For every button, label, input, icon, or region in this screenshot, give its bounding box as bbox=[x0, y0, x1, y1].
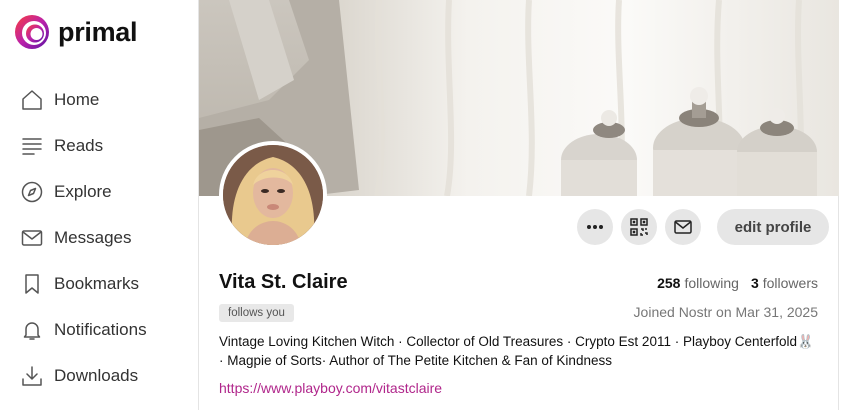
followers-count[interactable]: 3 bbox=[751, 275, 759, 291]
reads-icon bbox=[22, 138, 42, 155]
bookmark-icon bbox=[25, 274, 39, 294]
sidebar-item-downloads[interactable]: Downloads bbox=[20, 361, 138, 391]
stats-spacer bbox=[743, 275, 747, 291]
profile-bio: Vintage Loving Kitchen Witch · Collector… bbox=[219, 334, 814, 368]
primal-logo[interactable]: primal bbox=[14, 14, 138, 50]
follow-stats: 258 following 3 followers bbox=[657, 275, 818, 291]
bell-icon bbox=[23, 322, 41, 340]
edit-profile-button[interactable]: edit profile bbox=[717, 209, 829, 245]
message-button[interactable] bbox=[665, 209, 701, 245]
followers-label[interactable]: followers bbox=[763, 275, 818, 291]
profile-panel: edit profile Vita St. Claire 258 followi… bbox=[198, 0, 839, 410]
joined-date: Joined Nostr on Mar 31, 2025 bbox=[633, 304, 818, 320]
sidebar-item-explore[interactable]: Explore bbox=[20, 177, 112, 207]
follows-you-badge: follows you bbox=[219, 304, 294, 322]
sidebar: primal Home Reads Explore Messages Bookm… bbox=[0, 0, 198, 410]
sidebar-item-reads[interactable]: Reads bbox=[20, 131, 103, 161]
sidebar-item-label: Explore bbox=[54, 182, 112, 201]
following-count[interactable]: 258 bbox=[657, 275, 680, 291]
qr-code-icon bbox=[630, 218, 648, 236]
envelope-icon bbox=[21, 230, 43, 246]
sidebar-item-label: Reads bbox=[54, 136, 104, 155]
sidebar-item-label: Home bbox=[54, 90, 100, 109]
sidebar-item-home[interactable]: Home bbox=[20, 85, 99, 115]
sidebar-item-messages[interactable]: Messages bbox=[20, 223, 131, 253]
download-icon bbox=[22, 366, 42, 386]
sidebar-item-label: Notifications bbox=[54, 320, 147, 339]
qr-code-button[interactable] bbox=[621, 209, 657, 245]
following-label[interactable]: following bbox=[684, 275, 738, 291]
envelope-icon bbox=[674, 220, 692, 234]
logo-text: primal bbox=[58, 16, 138, 47]
home-icon bbox=[22, 90, 42, 110]
sidebar-item-bookmarks[interactable]: Bookmarks bbox=[20, 269, 139, 299]
primal-logo-icon bbox=[15, 15, 49, 49]
sidebar-item-label: Bookmarks bbox=[54, 274, 140, 293]
sidebar-item-label: Downloads bbox=[54, 366, 139, 385]
more-dots-icon bbox=[587, 225, 603, 229]
compass-icon bbox=[21, 181, 43, 203]
profile-website-link[interactable]: https://www.playboy.com/vitastclaire bbox=[219, 380, 442, 396]
sidebar-item-notifications[interactable]: Notifications bbox=[20, 315, 147, 345]
profile-actions: edit profile bbox=[199, 209, 839, 245]
more-options-button[interactable] bbox=[577, 209, 613, 245]
profile-display-name: Vita St. Claire bbox=[219, 271, 348, 293]
sidebar-item-label: Messages bbox=[54, 228, 132, 247]
